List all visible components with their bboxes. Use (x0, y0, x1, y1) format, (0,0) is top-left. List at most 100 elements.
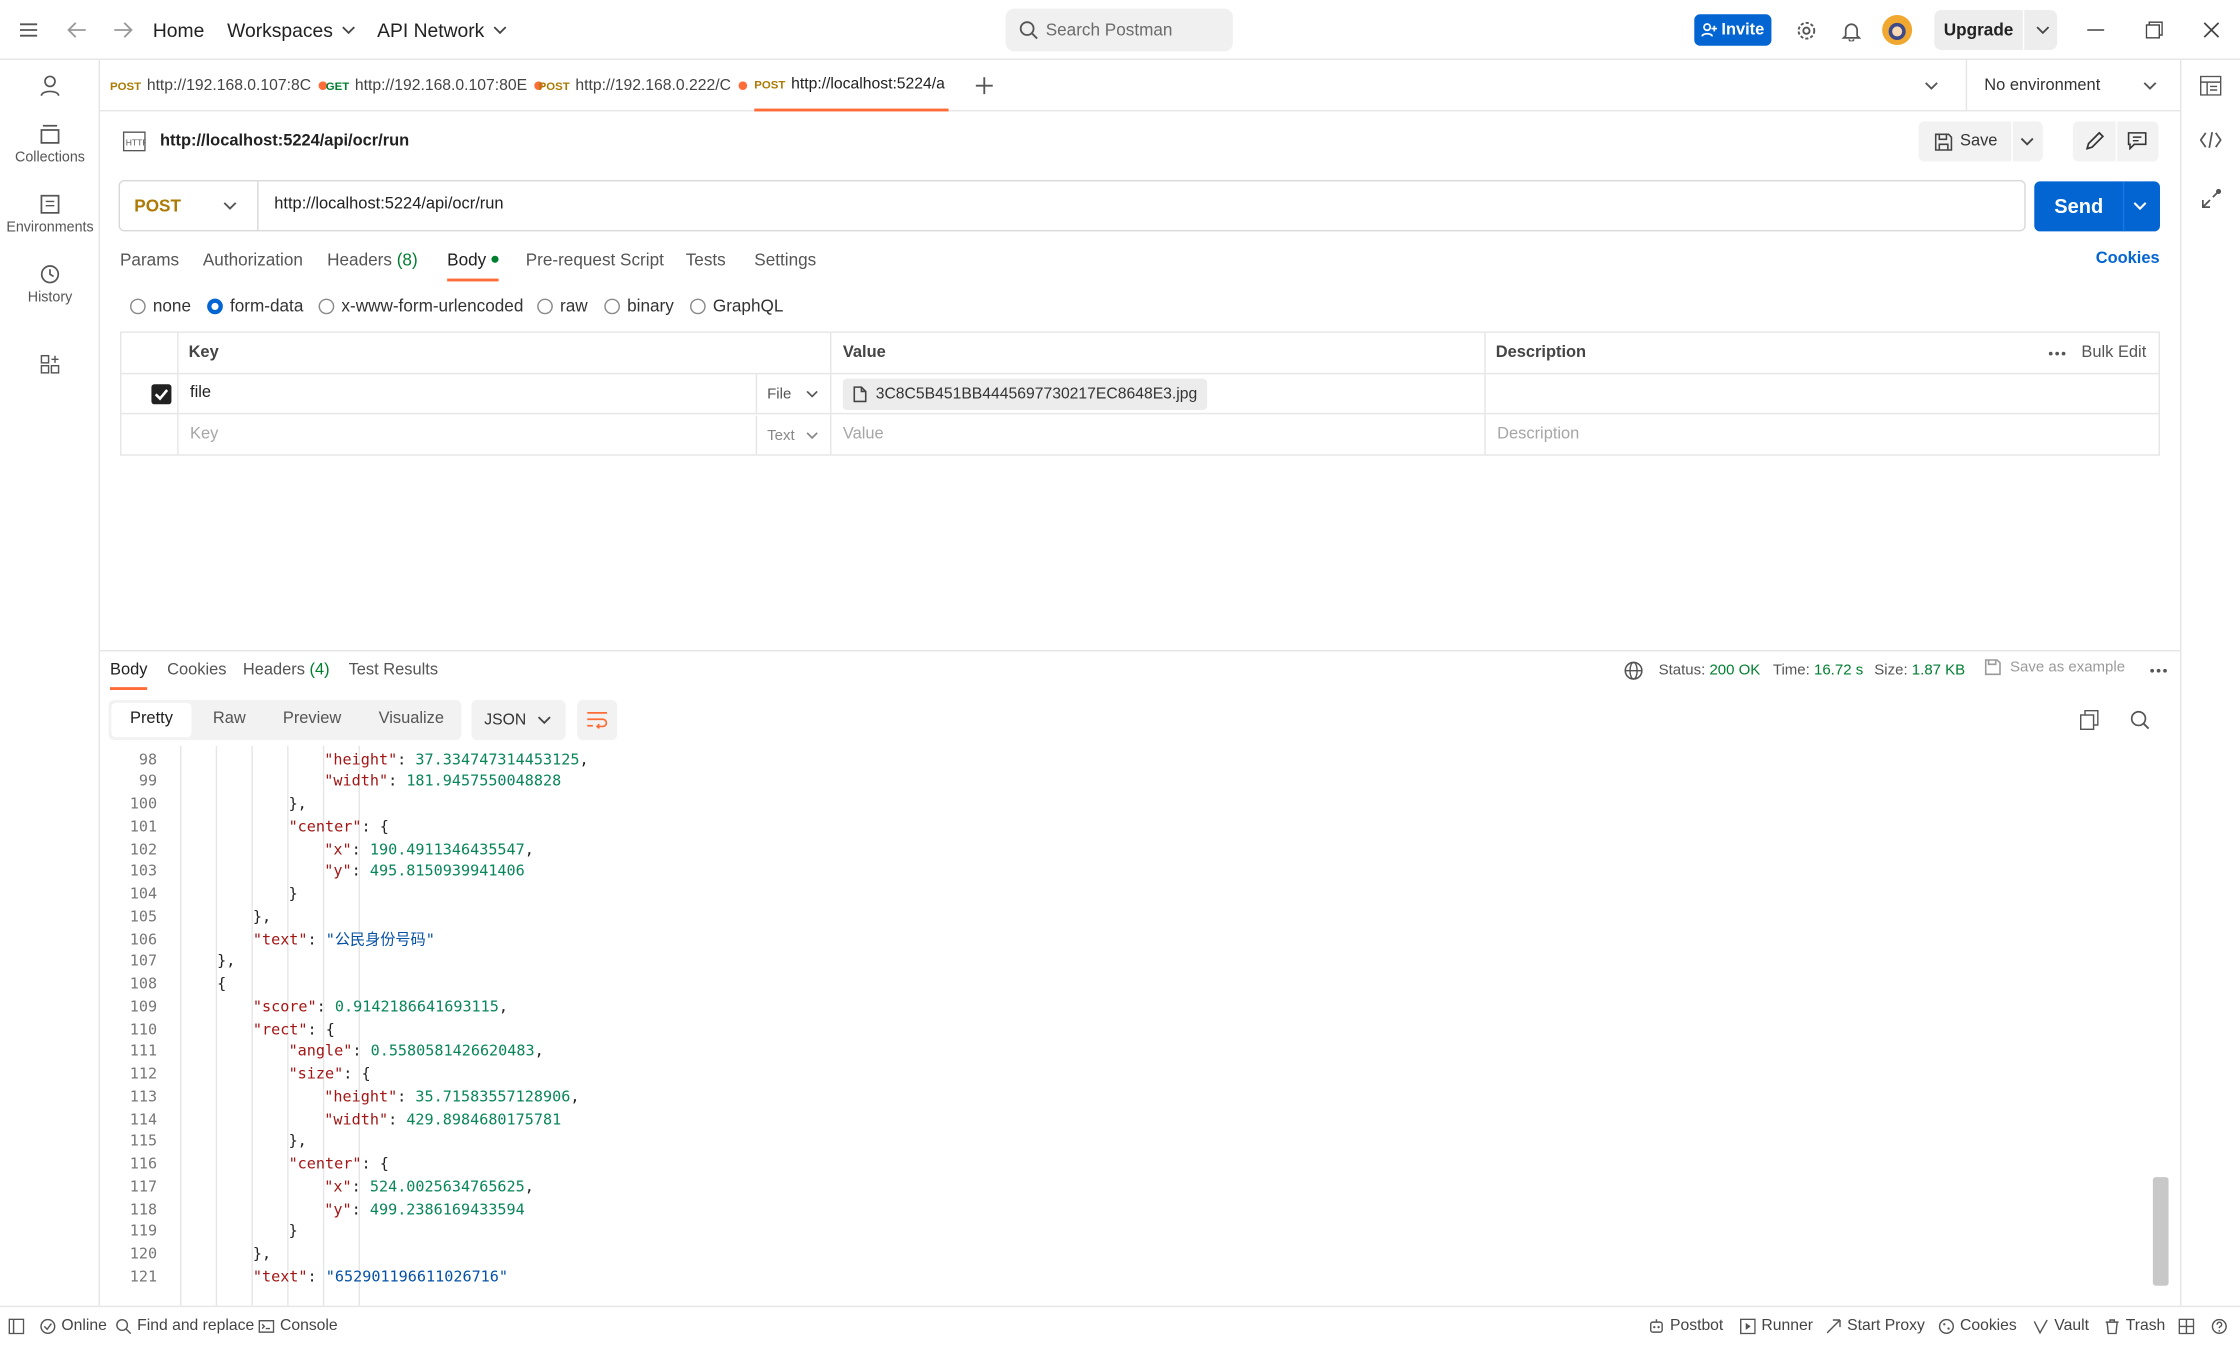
tab-body[interactable]: Body (447, 250, 500, 282)
chevron-down-icon[interactable] (2133, 201, 2147, 211)
workspaces-menu[interactable]: Workspaces (227, 0, 356, 60)
layout-icon[interactable] (2178, 1307, 2195, 1344)
configure-sidebar-icon[interactable] (0, 354, 100, 374)
search-icon[interactable] (2130, 710, 2150, 730)
sidebar-item-collections[interactable]: Collections (0, 124, 100, 166)
code-icon[interactable] (2199, 131, 2222, 149)
response-tab-headers[interactable]: Headers (4) (243, 661, 330, 678)
send-button[interactable]: Send (2034, 181, 2160, 232)
comment-icon[interactable] (2127, 131, 2147, 150)
upgrade-button[interactable]: Upgrade (1934, 9, 2058, 50)
row-key-input[interactable]: file (190, 384, 211, 401)
format-preview[interactable]: Preview (283, 710, 341, 727)
tab-request-1[interactable]: POST http://192.168.0.107:8C (110, 60, 327, 111)
radio-none[interactable]: none (129, 296, 191, 316)
online-status[interactable]: Online (40, 1307, 107, 1344)
cookies-button[interactable]: Cookies (1938, 1307, 2017, 1344)
value-input[interactable]: Value (843, 426, 884, 443)
help-icon[interactable] (2211, 1307, 2227, 1344)
chevron-down-icon[interactable] (2020, 136, 2034, 146)
sidebar-item-history[interactable]: History (0, 264, 100, 306)
more-options-icon[interactable] (2048, 351, 2066, 356)
radio-binary[interactable]: binary (604, 296, 674, 316)
runner-button[interactable]: Runner (1739, 1307, 1813, 1344)
environment-quicklook-icon[interactable] (2199, 75, 2222, 96)
invite-button[interactable]: Invite (1694, 14, 1772, 46)
tab-settings[interactable]: Settings (754, 250, 816, 270)
save-button[interactable]: Save (1918, 121, 2043, 162)
key-input[interactable]: Key (190, 426, 218, 443)
save-icon (1984, 659, 2001, 676)
postbot-button[interactable]: Postbot (1649, 1307, 1723, 1344)
start-proxy-button[interactable]: Start Proxy (1826, 1307, 1925, 1344)
restore-icon[interactable] (2145, 0, 2163, 60)
close-icon[interactable] (2203, 0, 2220, 60)
response-tab-cookies[interactable]: Cookies (167, 661, 226, 678)
sidebar-item-environments[interactable]: Environments (0, 194, 100, 236)
language-select[interactable]: JSON (471, 699, 566, 740)
globe-icon[interactable] (1624, 661, 1643, 680)
wrap-lines-button[interactable] (577, 699, 618, 740)
row-checkbox[interactable] (151, 384, 172, 405)
bulk-edit-link[interactable]: Bulk Edit (2081, 344, 2146, 361)
cookies-link[interactable]: Cookies (2096, 250, 2160, 267)
console-button[interactable]: Console (258, 1307, 338, 1344)
tab-request-3[interactable]: POST http://192.168.0.222/C (539, 60, 747, 111)
hamburger-icon[interactable] (19, 0, 39, 60)
tab-request-4[interactable]: POST http://localhost:5224/a (754, 60, 949, 112)
file-chip[interactable]: 3C8C5B451BB4445697730217EC8648E3.jpg (842, 378, 1208, 410)
bell-icon[interactable] (1841, 0, 1862, 60)
environment-select[interactable]: No environment (1965, 59, 2166, 112)
chevron-down-icon[interactable] (2036, 25, 2050, 35)
radio-x-www-form-urlencoded[interactable]: x-www-form-urlencoded (318, 296, 523, 316)
user-icon[interactable] (0, 74, 100, 97)
more-options-icon[interactable] (2150, 668, 2167, 673)
copy-icon[interactable] (2079, 709, 2099, 730)
url-input[interactable]: http://localhost:5224/api/ocr/run (274, 196, 503, 213)
tab-tests[interactable]: Tests (686, 250, 726, 270)
related-collections-icon[interactable] (2201, 188, 2222, 209)
response-tab-body[interactable]: Body (109, 661, 148, 690)
console-label: Console (279, 1317, 338, 1335)
row-type-select[interactable]: File (755, 374, 830, 415)
format-visualize[interactable]: Visualize (379, 710, 444, 727)
find-and-replace-button[interactable]: Find and replace (116, 1307, 254, 1344)
tab-request-2[interactable]: GET http://192.168.0.107:80E (326, 60, 543, 111)
format-raw[interactable]: Raw (213, 710, 246, 727)
pencil-icon[interactable] (2085, 131, 2105, 150)
tab-params[interactable]: Params (120, 250, 179, 270)
search-input[interactable]: Search Postman (1005, 8, 1233, 52)
new-tab-button[interactable] (975, 60, 993, 111)
api-network-menu[interactable]: API Network (377, 0, 507, 60)
tab-authorization[interactable]: Authorization (203, 250, 303, 270)
back-arrow-icon[interactable] (67, 0, 87, 60)
radio-raw[interactable]: raw (537, 296, 588, 316)
tabs-dropdown-icon[interactable] (1924, 60, 1938, 111)
save-as-example-button[interactable]: Save as example (1984, 659, 2125, 676)
gear-icon[interactable] (1796, 0, 1817, 60)
format-pretty[interactable]: Pretty (130, 710, 173, 727)
minimize-icon[interactable] (2087, 0, 2105, 60)
response-body-viewer[interactable]: 98 "height": 37.334747314453125, 99 "width"… (100, 745, 2180, 1306)
trash-button[interactable]: Trash (2104, 1307, 2165, 1344)
forward-arrow-icon[interactable] (113, 0, 133, 60)
method-select[interactable]: POST (120, 181, 259, 230)
scrollbar-thumb[interactable] (2152, 1177, 2169, 1286)
response-tab-test-results[interactable]: Test Results (349, 661, 438, 678)
time-info[interactable]: Time: 16.72 s (1773, 661, 1863, 678)
size-info[interactable]: Size: 1.87 KB (1874, 661, 1965, 678)
home-link[interactable]: Home (153, 0, 204, 60)
status-info[interactable]: Status: 200 OK (1659, 661, 1761, 678)
request-name[interactable]: http://localhost:5224/api/ocr/run (160, 133, 409, 150)
type-select[interactable]: Text (755, 415, 830, 455)
radio-form-data[interactable]: form-data (207, 296, 303, 316)
tab-headers-label: Headers (327, 249, 392, 270)
vault-button[interactable]: Vault (2033, 1307, 2089, 1344)
description-input[interactable]: Description (1497, 426, 1579, 443)
json-punctuation: }, (252, 1245, 272, 1263)
avatar[interactable] (1881, 0, 1913, 60)
tab-pre-request-script[interactable]: Pre-request Script (526, 250, 664, 270)
radio-graphql[interactable]: GraphQL (689, 296, 783, 316)
toggle-sidebar-icon[interactable] (8, 1307, 25, 1344)
tab-headers[interactable]: Headers (8) (327, 250, 418, 270)
